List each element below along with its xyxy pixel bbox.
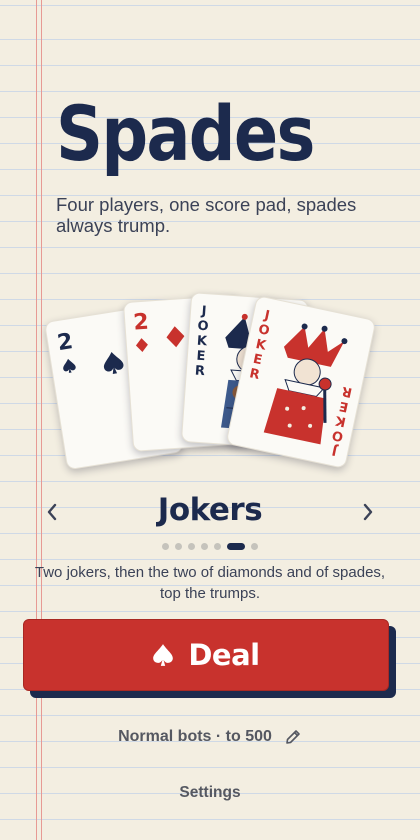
mode-description: Two jokers, then the two of diamonds and… [34,564,386,602]
diamond-icon [135,338,148,353]
diamond-icon [166,326,185,348]
chevron-right-icon [363,503,373,521]
pagination-dot[interactable] [201,543,208,550]
next-mode-button[interactable] [356,498,380,526]
deal-label: Deal [188,638,260,672]
pagination-dot[interactable] [251,543,258,550]
card-rank: 2 [132,309,150,336]
deal-button[interactable]: Deal [23,619,389,691]
pagination-dot[interactable] [214,543,221,550]
pagination-dot[interactable] [188,543,195,550]
carousel-pagination [0,543,420,550]
mode-carousel: Jokers [0,490,420,534]
card-rank: 2 [55,329,75,357]
card-rank: JOKER [194,303,210,380]
game-settings-summary[interactable]: Normal bots · to 500 [0,728,420,746]
page-title: Spades [56,89,315,178]
pagination-dot[interactable] [175,543,182,550]
settings-summary-text: Normal bots · to 500 [118,728,272,745]
card-hand: 2 2 JOKER JOKER JOKER [0,282,420,482]
spade-icon [153,644,174,666]
spade-icon [63,358,76,373]
pagination-dot[interactable] [162,543,169,550]
spade-icon [104,352,124,374]
pagination-dot-active[interactable] [227,543,245,550]
pencil-icon[interactable] [284,728,302,746]
settings-link[interactable]: Settings [0,784,420,802]
page-subtitle: Four players, one score pad, spades alwa… [56,194,357,236]
